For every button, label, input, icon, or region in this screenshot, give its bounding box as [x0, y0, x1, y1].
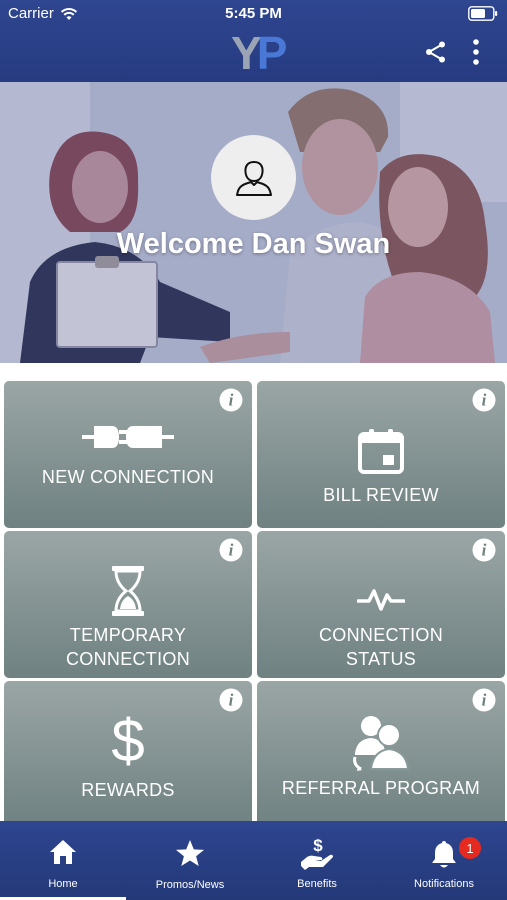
- app-logo: YP: [231, 27, 288, 79]
- tab-home[interactable]: Home: [0, 821, 126, 900]
- tab-label: Notifications: [414, 878, 474, 890]
- hourglass-icon: [112, 566, 144, 616]
- svg-text:i: i: [229, 541, 234, 560]
- tab-label: Benefits: [297, 878, 337, 890]
- dollar-icon: $: [111, 709, 144, 769]
- svg-text:i: i: [482, 691, 487, 710]
- avatar[interactable]: [211, 135, 296, 220]
- hero-overlay: [0, 82, 507, 363]
- tile-label-line1: CONNECTION: [319, 625, 443, 645]
- info-icon[interactable]: i: [472, 688, 496, 712]
- info-icon[interactable]: i: [472, 538, 496, 562]
- pulse-icon: [357, 589, 405, 611]
- tile-icon-wrapper: [257, 585, 505, 613]
- tile-rewards[interactable]: i $ REWARDS: [4, 681, 252, 821]
- svg-text:$: $: [313, 836, 323, 855]
- plug-icon: [82, 426, 174, 448]
- tile-label-line1: TEMPORARY: [69, 625, 187, 645]
- tile-icon-wrapper: [4, 421, 252, 453]
- tile-icon-wrapper: [257, 427, 505, 475]
- svg-text:$: $: [111, 709, 144, 769]
- logo-letter-p: P: [256, 27, 288, 79]
- info-icon[interactable]: i: [219, 538, 243, 562]
- services-grid: i NEW CONNECTION i BILL REVIEW i TEMPORA…: [0, 363, 507, 821]
- tile-label-line2: STATUS: [345, 649, 417, 669]
- tile-referral-program[interactable]: i REFERRAL PROGRAM: [257, 681, 505, 821]
- tile-label: BILL REVIEW: [323, 485, 439, 505]
- tile-icon-wrapper: [4, 565, 252, 617]
- svg-text:i: i: [229, 691, 234, 710]
- svg-text:i: i: [482, 391, 487, 410]
- tile-label-line2: CONNECTION: [66, 649, 190, 669]
- notifications-badge: 1: [459, 837, 481, 859]
- calendar-icon: [358, 429, 404, 474]
- tab-icon-wrapper: [381, 839, 507, 869]
- tile-icon-wrapper: [257, 711, 505, 771]
- tile-label: REWARDS: [81, 780, 175, 800]
- tile-connection-status[interactable]: i CONNECTION STATUS: [257, 531, 505, 678]
- star-icon: [176, 840, 204, 866]
- welcome-message: Welcome Dan Swan: [116, 228, 391, 260]
- tab-notifications[interactable]: Notifications: [381, 821, 507, 900]
- app-header: Carrier 5:45 PM YP: [0, 0, 507, 82]
- share-icon[interactable]: [424, 40, 448, 64]
- tab-icon-wrapper: [0, 839, 126, 865]
- benefits-hand-icon: $: [301, 836, 333, 870]
- tab-label: Home: [48, 878, 78, 890]
- tile-bill-review[interactable]: i BILL REVIEW: [257, 381, 505, 528]
- more-options-icon[interactable]: [466, 38, 486, 66]
- home-icon: [50, 840, 76, 864]
- bottom-tab-bar: Home Promos/News $ Benefits Notification…: [0, 821, 507, 900]
- bell-icon: [432, 841, 456, 868]
- user-silhouette-icon: [235, 160, 272, 196]
- hero-banner: Welcome Dan Swan: [0, 82, 507, 363]
- tile-label: NEW CONNECTION: [41, 467, 215, 487]
- svg-text:i: i: [229, 391, 234, 410]
- svg-text:i: i: [482, 541, 487, 560]
- tile-label: REFERRAL PROGRAM: [281, 778, 481, 798]
- status-bar: Carrier 5:45 PM: [0, 0, 507, 28]
- referral-users-icon: [353, 716, 410, 771]
- tile-temporary-connection[interactable]: i TEMPORARY CONNECTION: [4, 531, 252, 678]
- status-time: 5:45 PM: [225, 5, 282, 22]
- info-icon[interactable]: i: [219, 388, 243, 412]
- tile-new-connection[interactable]: i NEW CONNECTION: [4, 381, 252, 528]
- tab-label: Promos/News: [155, 879, 225, 891]
- tile-icon-wrapper: $: [4, 709, 252, 769]
- logo-letter-y: Y: [231, 27, 262, 79]
- tab-icon-wrapper: $: [254, 835, 380, 871]
- tab-promos-news[interactable]: Promos/News: [127, 821, 253, 900]
- tab-icon-wrapper: [127, 839, 253, 867]
- tab-benefits[interactable]: $ Benefits: [254, 821, 380, 900]
- battery-icon: [468, 6, 498, 21]
- info-icon[interactable]: i: [472, 388, 496, 412]
